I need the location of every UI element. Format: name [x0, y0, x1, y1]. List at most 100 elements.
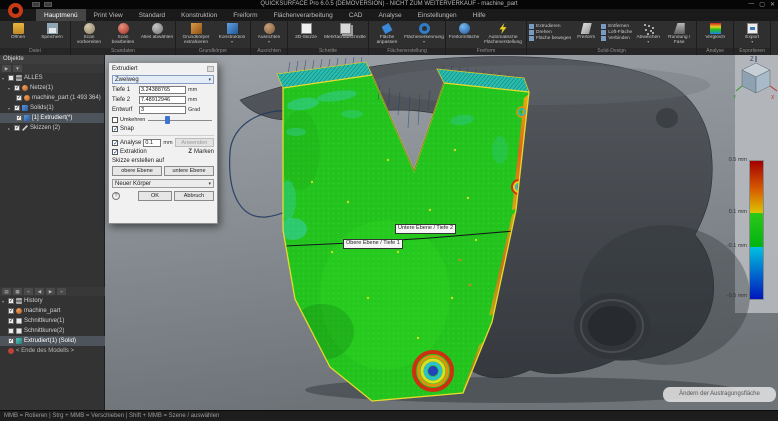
tab-print-view[interactable]: Print View — [86, 9, 131, 21]
quick-undo-icon[interactable] — [44, 2, 52, 7]
checkbox[interactable]: ✓ — [14, 105, 20, 111]
checkbox[interactable]: ✓ — [14, 125, 20, 131]
step-last-icon[interactable]: » — [57, 288, 66, 295]
expander-icon[interactable]: ▾ — [2, 299, 6, 304]
checkbox[interactable]: ✓ — [8, 308, 14, 314]
extraktion-checkbox[interactable] — [112, 149, 118, 155]
construction-button[interactable]: Konstruktion▾ — [215, 22, 249, 43]
tab-konstruktion[interactable]: Konstruktion — [173, 9, 225, 21]
loft-menu-item[interactable]: Loft-Fläche — [601, 30, 632, 35]
tree-item-extrudiert[interactable]: ✓ [1] Extrudiert(*) — [0, 113, 104, 123]
apply-button[interactable]: Anwenden — [175, 138, 214, 147]
tab-freiform[interactable]: Freiform — [225, 9, 265, 21]
checkbox[interactable]: ✓ — [8, 338, 14, 344]
move-face-menu-item[interactable]: Fläche bewegen — [529, 36, 571, 41]
ok-button[interactable]: OK — [138, 191, 172, 201]
construction-icon — [227, 23, 238, 34]
analyse-tolerance-input[interactable] — [143, 139, 161, 147]
open-button[interactable]: Öffnen — [1, 22, 35, 40]
ribbon-group-ausrichten: Ausrichten▾ Ausrichten — [251, 21, 288, 55]
checkbox[interactable]: ✓ — [16, 95, 22, 101]
filter-play-icon[interactable]: ▶ — [2, 65, 11, 72]
checkbox[interactable]: ✓ — [8, 328, 14, 334]
tab-cad[interactable]: CAD — [341, 9, 371, 21]
align-button[interactable]: Ausrichten▾ — [252, 22, 286, 43]
connect-menu-item[interactable]: Verbinden — [601, 36, 632, 41]
draft-angle-input[interactable] — [139, 106, 186, 114]
fit-surface-button[interactable]: Fläche anpassen — [370, 22, 404, 46]
step-first-icon[interactable]: « — [24, 288, 33, 295]
tab-einstellungen[interactable]: Einstellungen — [410, 9, 465, 21]
history-item-schnittkurve2[interactable]: ✓ Schnittkurve(2) — [0, 326, 105, 336]
history-root[interactable]: ▾ ✓ History — [0, 296, 105, 306]
history-item-end-of-model[interactable]: < Ende des Modells > — [0, 346, 105, 356]
umkehren-checkbox[interactable] — [112, 117, 118, 123]
checkbox[interactable]: ✓ — [8, 298, 14, 304]
tree-view-icon[interactable]: ▦ — [13, 288, 22, 295]
tree-item-alles[interactable]: ▾ ✓ ALLES — [0, 73, 104, 83]
export-button[interactable]: Export▾ — [735, 22, 769, 43]
tree-item-machine-part[interactable]: ✓ machine_part (1 493 364) — [0, 93, 104, 103]
expander-icon[interactable]: ▾ — [2, 76, 6, 81]
analyse-checkbox[interactable] — [112, 140, 118, 146]
remove-menu-item[interactable]: Entfernen — [601, 24, 632, 29]
help-button[interactable]: ? — [112, 192, 120, 200]
filter-funnel-icon[interactable]: ▼ — [13, 65, 22, 72]
pin-icon[interactable] — [207, 66, 214, 72]
history-item-machine-part[interactable]: ✓ machine_part — [0, 306, 105, 316]
snap-checkbox[interactable] — [112, 126, 118, 132]
primitive-extract-button[interactable]: Grundkörper extrahieren — [177, 22, 215, 46]
deviation-button[interactable]: Abweichen▾ — [633, 22, 663, 43]
tree-item-skizzen[interactable]: ▸ ✓ Skizzen (2) — [0, 123, 104, 133]
deselect-all-button[interactable]: Alles abwählen — [140, 22, 174, 40]
draft-slider[interactable] — [147, 116, 214, 124]
tab-hilfe[interactable]: Hilfe — [465, 9, 494, 21]
direction-mode-select[interactable]: Zweiweg ▾ — [112, 75, 214, 84]
scan-edit-button[interactable]: Scan bearbeiten — [106, 22, 140, 46]
list-view-icon[interactable]: ▤ — [2, 288, 11, 295]
quick-save-icon[interactable] — [32, 2, 40, 7]
step-back-icon[interactable]: ◀ — [35, 288, 44, 295]
expander-icon[interactable]: ▾ — [8, 106, 12, 111]
chevron-down-icon: ▾ — [208, 181, 211, 187]
auto-surface-button[interactable]: Automatische Flächenerstellung — [481, 22, 525, 46]
freeform-solid-button[interactable]: Freiform — [572, 22, 600, 40]
multi-section-button[interactable]: Mehrfachabschnitte — [323, 22, 367, 40]
result-body-select[interactable]: Neuer Körper ▾ — [112, 179, 214, 188]
tiefe1-input[interactable] — [139, 86, 186, 94]
sketch-2d-button[interactable]: 2D-Skizze — [289, 22, 323, 40]
checkbox[interactable]: ✓ — [14, 85, 20, 91]
tab-hauptmenu[interactable]: Hauptmenü — [36, 9, 86, 21]
history-item-extrudiert[interactable]: ✓ Extrudiert(1) (Solid) — [0, 336, 105, 346]
lower-plane-button[interactable]: untere Ebene — [164, 166, 214, 176]
fillet-button[interactable]: Rundung / Fase — [663, 22, 695, 46]
revolve-menu-item[interactable]: Drehen — [529, 30, 571, 35]
freeform-surface-button[interactable]: Freiformfläche — [447, 22, 481, 40]
save-button[interactable]: Speichern — [35, 22, 69, 40]
expander-icon[interactable]: ▾ — [8, 86, 12, 91]
compare-button[interactable]: Vergleich — [698, 22, 732, 40]
checkbox[interactable]: ✓ — [8, 318, 14, 324]
extrude-menu-item[interactable]: Extrudieren — [529, 24, 571, 29]
tree-item-netze[interactable]: ▾ ✓ Netze(1) — [0, 83, 104, 93]
remove-icon — [601, 24, 606, 29]
history-item-schnittkurve1[interactable]: ✓ Schnittkurve(1) — [0, 316, 105, 326]
slider-thumb[interactable] — [165, 116, 170, 124]
step-forward-icon[interactable]: ▶ — [46, 288, 55, 295]
tab-flaechenverarbeitung[interactable]: Flächenverarbeitung — [266, 9, 341, 21]
objects-panel-header[interactable]: Objekte — [0, 55, 104, 64]
tiefe2-input[interactable] — [139, 96, 186, 104]
minimize-button[interactable]: — — [748, 1, 754, 8]
cancel-button[interactable]: Abbruch — [174, 191, 214, 201]
tab-standard[interactable]: Standard — [131, 9, 173, 21]
expander-icon[interactable]: ▸ — [8, 126, 12, 131]
maximize-button[interactable]: ▢ — [759, 1, 765, 8]
checkbox[interactable]: ✓ — [16, 115, 22, 121]
scan-prepare-button[interactable]: Scan vorbereiten — [72, 22, 106, 46]
upper-plane-button[interactable]: obere Ebene — [112, 166, 162, 176]
tab-analyse[interactable]: Analyse — [371, 9, 410, 21]
surface-detect-button[interactable]: Flächenerkennung▾ — [404, 22, 444, 43]
checkbox[interactable]: ✓ — [8, 75, 14, 81]
close-button[interactable]: ✕ — [770, 1, 775, 8]
tree-item-solids[interactable]: ▾ ✓ Solids(1) — [0, 103, 104, 113]
